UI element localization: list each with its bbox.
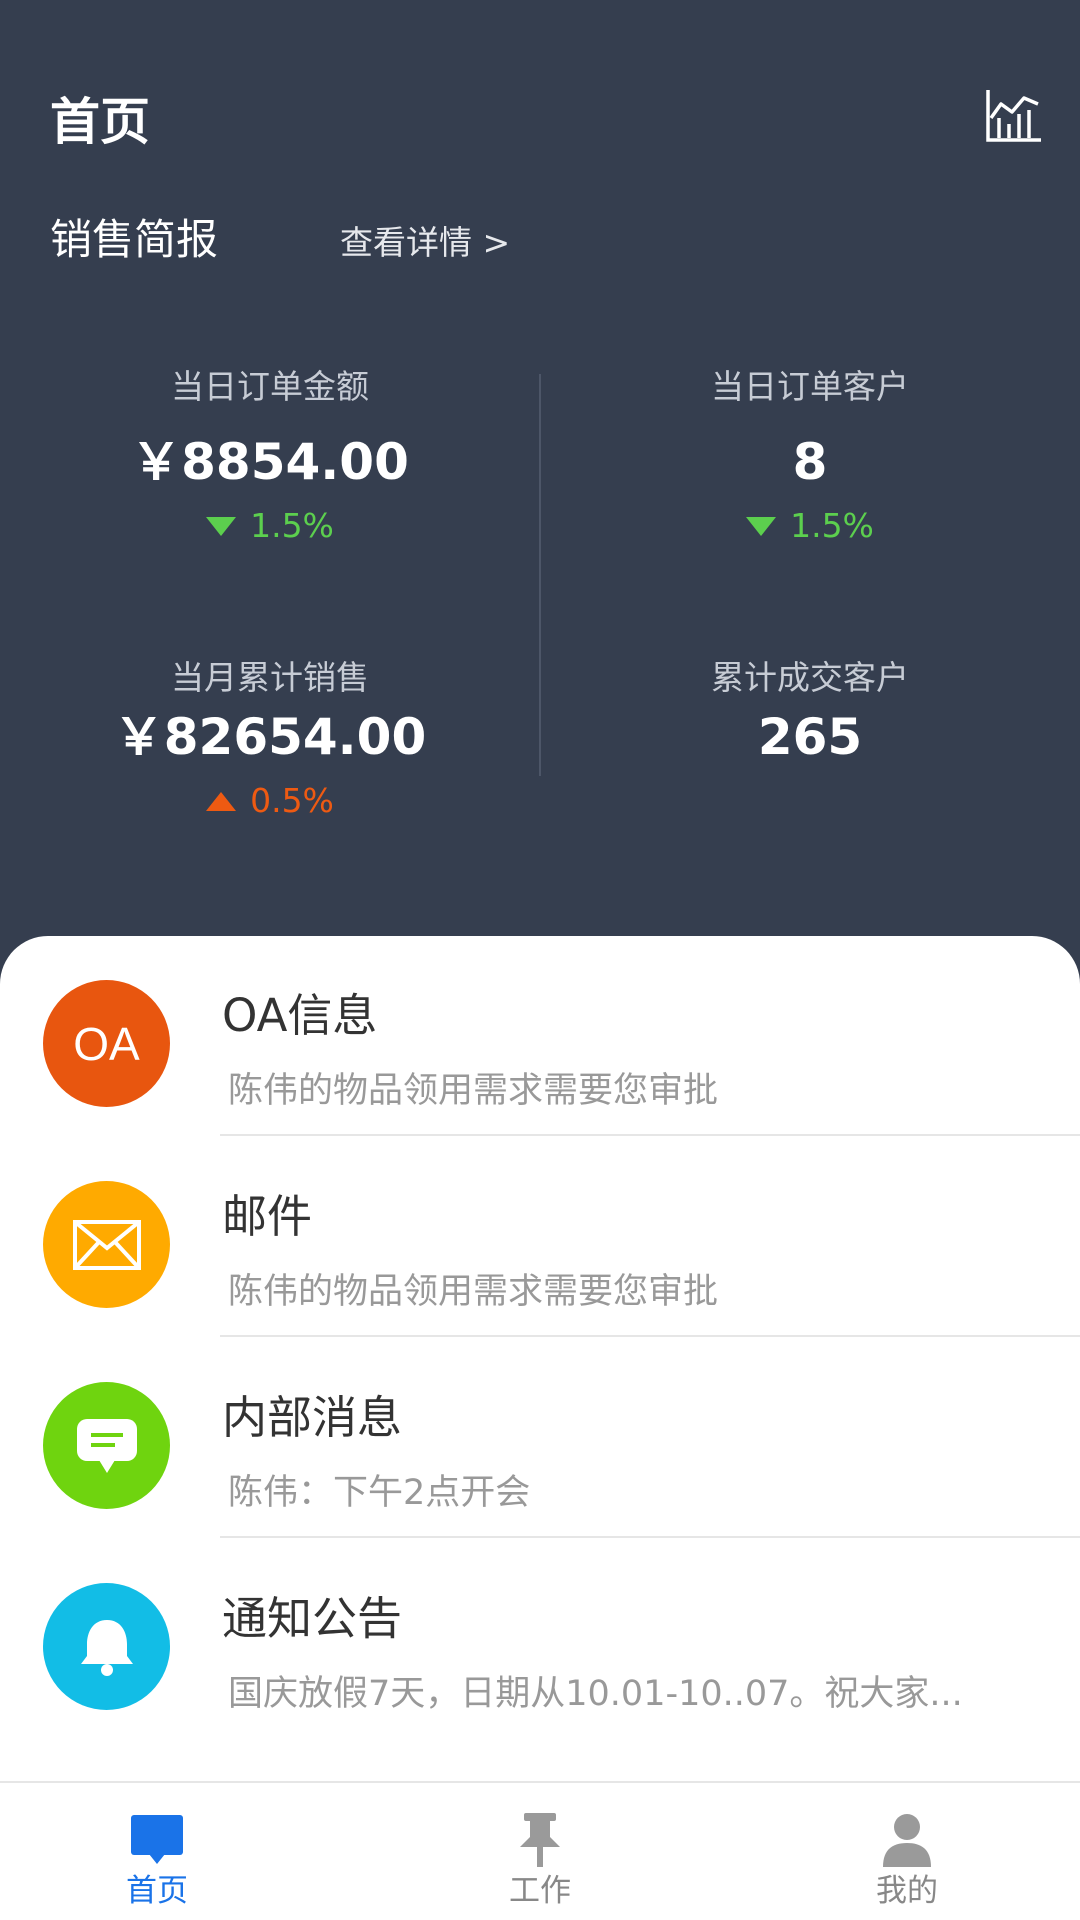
- list-item-title: 通知公告: [222, 1592, 403, 1645]
- user-icon: [877, 1811, 937, 1869]
- stat-trend: 1.5%: [206, 504, 334, 548]
- home-chat-icon: [127, 1811, 187, 1869]
- stat-label: 累计成交客户: [711, 658, 909, 697]
- stat-value: ￥82654.00: [113, 708, 427, 766]
- list-item-internal-message[interactable]: 内部消息 陈伟：下午2点开会: [0, 1338, 1080, 1538]
- list-item-oa[interactable]: OA OA信息 陈伟的物品领用需求需要您审批: [0, 936, 1080, 1136]
- trend-down-icon: [206, 516, 237, 536]
- trend-up-icon: [206, 791, 237, 811]
- stat-trend-value: 0.5%: [250, 781, 334, 820]
- mail-icon: [43, 1181, 170, 1308]
- list-item-title: OA信息: [222, 989, 378, 1042]
- list-item-title: 内部消息: [222, 1391, 403, 1444]
- stat-trend: 0.5%: [206, 779, 334, 823]
- tab-label: 首页: [126, 1873, 188, 1909]
- trend-down-icon: [746, 516, 777, 536]
- list-item-title: 邮件: [222, 1190, 313, 1243]
- stat-trend-value: 1.5%: [790, 506, 874, 545]
- pin-icon: [510, 1811, 570, 1869]
- divider: [220, 1536, 1080, 1538]
- stat-monthly-sales: 当月累计销售 ￥82654.00 0.5%: [0, 655, 540, 823]
- stat-value: 265: [757, 708, 863, 766]
- stat-value: ￥8854.00: [131, 433, 409, 491]
- stat-trend-value: 1.5%: [250, 506, 334, 545]
- message-list: OA OA信息 陈伟的物品领用需求需要您审批 邮件 陈伟的物品领用需求需要您审批: [0, 936, 1080, 1781]
- view-details-link[interactable]: 查看详情 >: [340, 220, 510, 266]
- bell-icon: [43, 1583, 170, 1710]
- oa-icon-text: OA: [73, 1017, 140, 1070]
- list-item-subtitle: 国庆放假7天，日期从10.01-10..07。祝大家...: [228, 1674, 963, 1714]
- list-item-subtitle: 陈伟：下午2点开会: [228, 1473, 531, 1513]
- list-item-subtitle: 陈伟的物品领用需求需要您审批: [228, 1272, 719, 1312]
- stat-trend: 1.5%: [746, 504, 874, 548]
- sales-summary-header: 首页 销售简报 查看详情 > 当日订单金额 ￥8854.00 1.5% 当日订单…: [0, 0, 1080, 1000]
- stat-daily-order-amount: 当日订单金额 ￥8854.00 1.5%: [0, 364, 540, 548]
- chat-icon: [43, 1382, 170, 1509]
- stat-value: 8: [792, 433, 828, 491]
- page-title: 首页: [50, 93, 150, 151]
- divider: [220, 1335, 1080, 1337]
- list-item-mail[interactable]: 邮件 陈伟的物品领用需求需要您审批: [0, 1137, 1080, 1337]
- tab-label: 我的: [876, 1873, 938, 1909]
- divider: [220, 1134, 1080, 1136]
- tab-home[interactable]: 首页: [57, 1783, 257, 1920]
- bar-chart-icon[interactable]: [985, 88, 1043, 144]
- list-item-subtitle: 陈伟的物品领用需求需要您审批: [228, 1071, 719, 1111]
- stat-daily-order-customers: 当日订单客户 8 1.5%: [540, 364, 1080, 548]
- tab-mine[interactable]: 我的: [807, 1783, 1007, 1920]
- stat-label: 当月累计销售: [171, 658, 369, 697]
- stat-label: 当日订单客户: [711, 367, 909, 406]
- bottom-tab-bar: 首页 工作 我的: [0, 1781, 1080, 1920]
- section-title: 销售简报: [50, 215, 219, 264]
- tab-work[interactable]: 工作: [440, 1783, 640, 1920]
- oa-icon: OA: [43, 980, 170, 1107]
- stat-label: 当日订单金额: [171, 367, 369, 406]
- stat-total-customers: 累计成交客户 265: [540, 655, 1080, 769]
- tab-label: 工作: [509, 1873, 571, 1909]
- list-item-announcement[interactable]: 通知公告 国庆放假7天，日期从10.01-10..07。祝大家...: [0, 1539, 1080, 1739]
